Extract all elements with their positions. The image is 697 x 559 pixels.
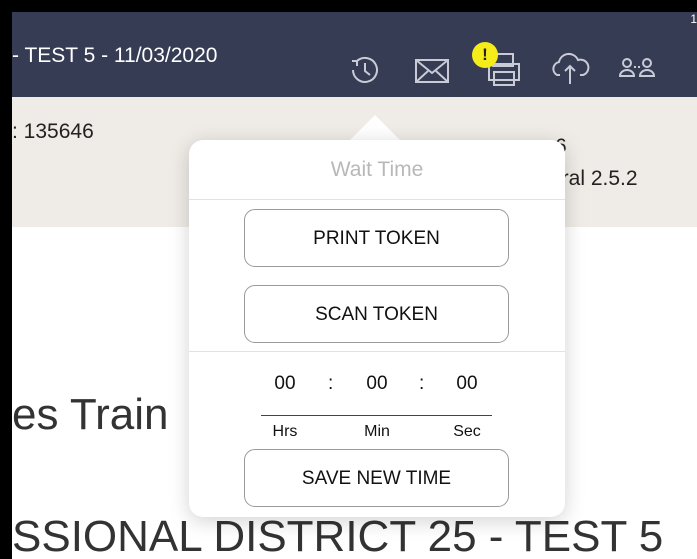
seconds-label: Sec bbox=[453, 423, 481, 440]
print-token-button[interactable]: PRINT TOKEN bbox=[244, 209, 509, 267]
popover-title: Wait Time bbox=[330, 158, 424, 181]
divider bbox=[189, 351, 565, 352]
seconds-value[interactable]: 00 bbox=[447, 373, 487, 395]
header-title: - TEST 5 - 11/03/2020 bbox=[12, 44, 218, 67]
time-underline bbox=[261, 415, 492, 416]
divider bbox=[189, 199, 565, 200]
district-title: SSIONAL DISTRICT 25 - TEST 5 bbox=[12, 512, 664, 559]
hours-label: Hrs bbox=[272, 423, 298, 440]
notification-badge[interactable]: ! bbox=[472, 42, 498, 68]
mail-icon[interactable] bbox=[412, 50, 452, 90]
scan-token-button[interactable]: SCAN TOKEN bbox=[244, 285, 509, 343]
app-screen: - TEST 5 - 11/03/2020 ! 1: 135646 eral … bbox=[12, 12, 697, 559]
minutes-label: Min bbox=[364, 423, 390, 440]
popover-arrow bbox=[348, 115, 402, 142]
corner-indicator: 1 bbox=[690, 12, 697, 26]
hours-value[interactable]: 00 bbox=[265, 373, 305, 395]
cloud-upload-icon[interactable] bbox=[550, 48, 590, 88]
record-id: : 135646 bbox=[12, 120, 94, 143]
time-separator: : bbox=[328, 373, 334, 394]
wait-time-popover: Wait Time PRINT TOKEN SCAN TOKEN 00 : 00… bbox=[189, 140, 565, 517]
header-bar: - TEST 5 - 11/03/2020 ! 1 bbox=[12, 12, 697, 97]
minutes-value[interactable]: 00 bbox=[357, 373, 397, 395]
time-separator: : bbox=[419, 373, 425, 394]
page-heading: es Train bbox=[12, 390, 169, 439]
history-icon[interactable] bbox=[344, 50, 384, 90]
users-icon[interactable] bbox=[617, 50, 657, 90]
save-new-time-button[interactable]: SAVE NEW TIME bbox=[244, 449, 509, 507]
